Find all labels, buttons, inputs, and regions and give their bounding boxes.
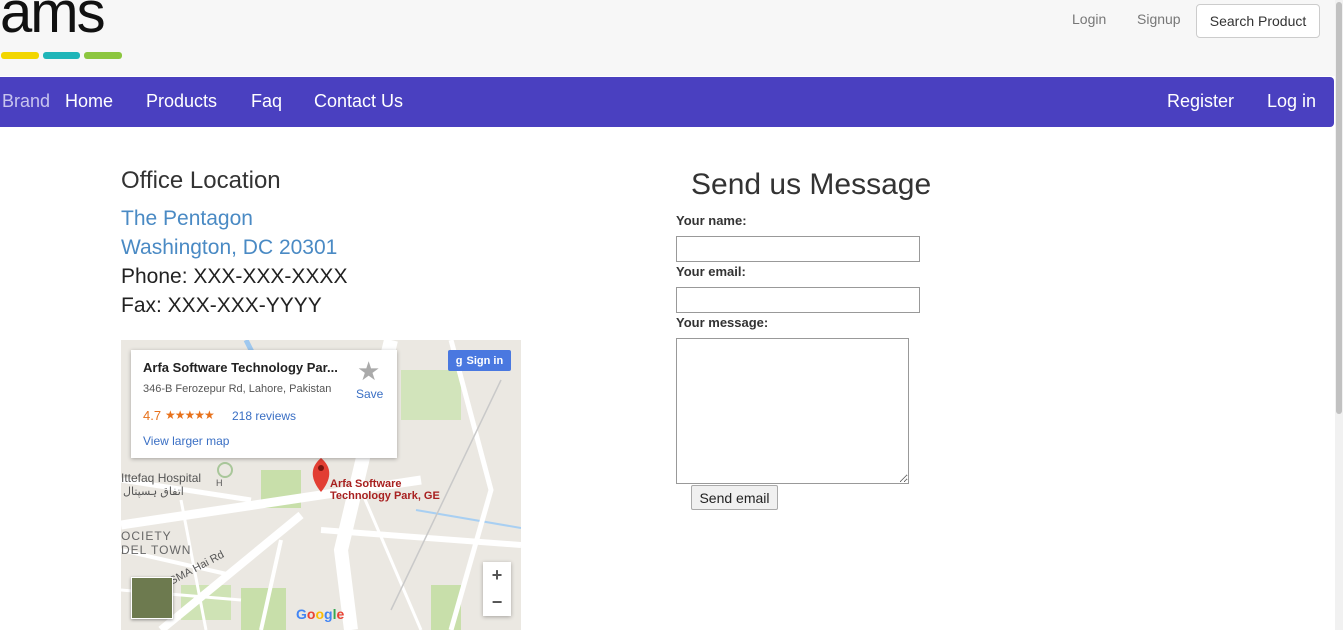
model-town-label: DEL TOWN	[121, 543, 192, 557]
login-link[interactable]: Login	[1072, 11, 1106, 27]
google-signin-button[interactable]: g Sign in	[448, 350, 511, 371]
google-logo: Google	[296, 606, 345, 622]
phone-number: Phone: XXX-XXX-XXXX	[121, 265, 348, 288]
top-bar: ams Login Signup Search Product	[0, 0, 1335, 76]
fax-number: Fax: XXX-XXX-YYYY	[121, 294, 322, 317]
email-input[interactable]	[676, 287, 920, 313]
pin-label: Arfa Software Technology Park, GE	[330, 478, 440, 502]
office-location-title: Office Location	[121, 167, 281, 194]
ams-logo[interactable]: ams	[0, 0, 125, 66]
nav-item-faq[interactable]: Faq	[251, 91, 282, 112]
save-star-icon[interactable]: ★	[357, 356, 380, 387]
hospital-marker-icon: H	[216, 478, 223, 488]
place-name: Arfa Software Technology Par...	[143, 360, 338, 375]
signup-link[interactable]: Signup	[1137, 11, 1181, 27]
logo-bar-green	[84, 52, 122, 59]
hospital-urdu-label: اتفاق ہسپتال	[123, 486, 184, 498]
pin-label-line-1: Arfa Software	[330, 478, 402, 490]
nav-item-home[interactable]: Home	[65, 91, 113, 112]
search-product-button[interactable]: Search Product	[1196, 4, 1320, 38]
send-email-button[interactable]: Send email	[691, 485, 778, 510]
nav-brand[interactable]: Brand	[2, 91, 50, 112]
name-input[interactable]	[676, 236, 920, 262]
rating-stars-icon: ★★★★★	[165, 408, 215, 422]
reviews-link[interactable]: 218 reviews	[232, 409, 296, 423]
zoom-in-button[interactable]: +	[483, 562, 511, 589]
hospital-label: Ittefaq Hospital	[121, 471, 202, 485]
place-info-card: Arfa Software Technology Par... 346-B Fe…	[131, 350, 397, 458]
scrollbar-thumb[interactable]	[1336, 2, 1342, 414]
society-label: OCIETY	[121, 529, 172, 543]
nav-item-contact-us[interactable]: Contact Us	[314, 91, 403, 112]
main-navbar: Brand Home Products Faq Contact Us Regis…	[0, 77, 1334, 127]
nav-item-log-in[interactable]: Log in	[1267, 91, 1316, 112]
logo-bar-yellow	[1, 52, 39, 59]
zoom-controls: + −	[483, 562, 511, 616]
view-larger-map-link[interactable]: View larger map	[143, 434, 229, 448]
google-map[interactable]: Arfa Software Technology Par... 346-B Fe…	[121, 340, 521, 630]
nav-item-register[interactable]: Register	[1167, 91, 1234, 112]
address-line-2[interactable]: Washington, DC 20301	[121, 236, 337, 260]
place-address: 346-B Ferozepur Rd, Lahore, Pakistan	[143, 383, 332, 395]
send-message-title: Send us Message	[691, 168, 932, 201]
logo-bar-teal	[43, 52, 80, 59]
place-rating: 4.7	[143, 408, 162, 423]
address-line-1[interactable]: The Pentagon	[121, 207, 253, 231]
logo-text: ams	[0, 0, 106, 45]
satellite-view-thumbnail[interactable]	[131, 577, 173, 619]
save-link[interactable]: Save	[356, 387, 383, 401]
zoom-out-button[interactable]: −	[483, 589, 511, 616]
signin-label: Sign in	[466, 354, 504, 367]
message-label: Your message:	[676, 315, 769, 330]
message-textarea[interactable]	[676, 338, 909, 484]
name-label: Your name:	[676, 213, 747, 228]
google-g-icon: g	[455, 354, 463, 367]
nav-item-products[interactable]: Products	[146, 91, 217, 112]
pin-label-line-2: Technology Park, GE	[330, 490, 440, 502]
email-label: Your email:	[676, 264, 746, 279]
